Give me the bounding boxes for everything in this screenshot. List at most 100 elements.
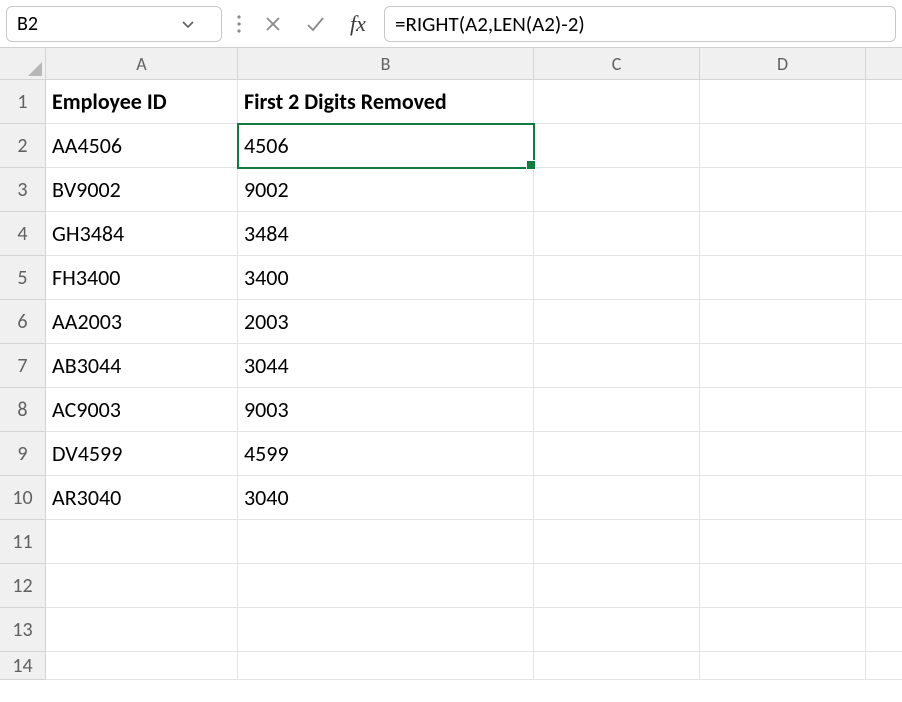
col-header-A[interactable]: A: [46, 48, 238, 80]
name-box-dropdown-icon[interactable]: [177, 13, 199, 35]
cell-E3[interactable]: [866, 168, 902, 212]
cell-B4[interactable]: 3484: [238, 212, 534, 256]
cell-C11[interactable]: [534, 520, 700, 564]
cell-C7[interactable]: [534, 344, 700, 388]
cell-D2[interactable]: [700, 124, 866, 168]
cell-E5[interactable]: [866, 256, 902, 300]
cell-D8[interactable]: [700, 388, 866, 432]
row-header-5[interactable]: 5: [0, 256, 46, 300]
cell-E11[interactable]: [866, 520, 902, 564]
row-header-1[interactable]: 1: [0, 80, 46, 124]
cell-C10[interactable]: [534, 476, 700, 520]
row-header-14[interactable]: 14: [0, 652, 46, 680]
cell-E2[interactable]: [866, 124, 902, 168]
cell-D9[interactable]: [700, 432, 866, 476]
insert-function-button[interactable]: fx: [340, 6, 376, 41]
cell-A13[interactable]: [46, 608, 238, 652]
cell-E1[interactable]: [866, 80, 902, 124]
cell-E4[interactable]: [866, 212, 902, 256]
cell-D7[interactable]: [700, 344, 866, 388]
spreadsheet-grid[interactable]: A B C D 1 Employee ID First 2 Digits Rem…: [0, 48, 902, 680]
cell-B6[interactable]: 2003: [238, 300, 534, 344]
cell-A2[interactable]: AA4506: [46, 124, 238, 168]
row-header-6[interactable]: 6: [0, 300, 46, 344]
row-header-7[interactable]: 7: [0, 344, 46, 388]
cell-B2[interactable]: 4506: [238, 124, 534, 168]
name-box-input[interactable]: [17, 12, 177, 36]
cell-C12[interactable]: [534, 564, 700, 608]
cell-B5[interactable]: 3400: [238, 256, 534, 300]
cell-E8[interactable]: [866, 388, 902, 432]
cell-A4[interactable]: GH3484: [46, 212, 238, 256]
cell-D5[interactable]: [700, 256, 866, 300]
cell-A11[interactable]: [46, 520, 238, 564]
cell-D1[interactable]: [700, 80, 866, 124]
cell-C8[interactable]: [534, 388, 700, 432]
cell-E13[interactable]: [866, 608, 902, 652]
cell-B1[interactable]: First 2 Digits Removed: [238, 80, 534, 124]
cell-C4[interactable]: [534, 212, 700, 256]
col-header-C[interactable]: C: [534, 48, 700, 80]
select-all-corner[interactable]: [0, 48, 46, 80]
cell-B9[interactable]: 4599: [238, 432, 534, 476]
cell-A7[interactable]: AB3044: [46, 344, 238, 388]
row-header-12[interactable]: 12: [0, 564, 46, 608]
cell-C5[interactable]: [534, 256, 700, 300]
row-header-3[interactable]: 3: [0, 168, 46, 212]
cell-A6[interactable]: AA2003: [46, 300, 238, 344]
col-header-B[interactable]: B: [238, 48, 534, 80]
cell-E6[interactable]: [866, 300, 902, 344]
cell-C13[interactable]: [534, 608, 700, 652]
cell-A14[interactable]: [46, 652, 238, 680]
cell-A9[interactable]: DV4599: [46, 432, 238, 476]
cell-E10[interactable]: [866, 476, 902, 520]
row-header-9[interactable]: 9: [0, 432, 46, 476]
row-header-8[interactable]: 8: [0, 388, 46, 432]
x-icon: [263, 14, 283, 34]
cell-D10[interactable]: [700, 476, 866, 520]
cell-C9[interactable]: [534, 432, 700, 476]
cell-A3[interactable]: BV9002: [46, 168, 238, 212]
row-header-2[interactable]: 2: [0, 124, 46, 168]
cell-B7[interactable]: 3044: [238, 344, 534, 388]
row-header-11[interactable]: 11: [0, 520, 46, 564]
row-header-13[interactable]: 13: [0, 608, 46, 652]
cell-D11[interactable]: [700, 520, 866, 564]
cell-B3[interactable]: 9002: [238, 168, 534, 212]
cell-C1[interactable]: [534, 80, 700, 124]
cell-C3[interactable]: [534, 168, 700, 212]
formula-input-wrap[interactable]: [384, 6, 896, 42]
cell-B13[interactable]: [238, 608, 534, 652]
cell-C2[interactable]: [534, 124, 700, 168]
cell-C6[interactable]: [534, 300, 700, 344]
cell-B14[interactable]: [238, 652, 534, 680]
formula-bar: fx: [0, 0, 902, 48]
cell-D4[interactable]: [700, 212, 866, 256]
cell-D14[interactable]: [700, 652, 866, 680]
col-header-D[interactable]: D: [700, 48, 866, 80]
cell-D3[interactable]: [700, 168, 866, 212]
row-header-10[interactable]: 10: [0, 476, 46, 520]
cell-E12[interactable]: [866, 564, 902, 608]
row-header-4[interactable]: 4: [0, 212, 46, 256]
cell-B12[interactable]: [238, 564, 534, 608]
cell-E9[interactable]: [866, 432, 902, 476]
cell-C14[interactable]: [534, 652, 700, 680]
cell-B11[interactable]: [238, 520, 534, 564]
cell-A8[interactable]: AC9003: [46, 388, 238, 432]
cell-D13[interactable]: [700, 608, 866, 652]
cancel-button: [256, 6, 290, 42]
cell-B8[interactable]: 9003: [238, 388, 534, 432]
cell-A1[interactable]: Employee ID: [46, 80, 238, 124]
name-box[interactable]: [6, 6, 222, 42]
cell-A10[interactable]: AR3040: [46, 476, 238, 520]
cell-A12[interactable]: [46, 564, 238, 608]
cell-D12[interactable]: [700, 564, 866, 608]
col-header-extra[interactable]: [866, 48, 902, 80]
cell-B10[interactable]: 3040: [238, 476, 534, 520]
cell-A5[interactable]: FH3400: [46, 256, 238, 300]
cell-D6[interactable]: [700, 300, 866, 344]
cell-E7[interactable]: [866, 344, 902, 388]
formula-input[interactable]: [395, 11, 885, 37]
cell-E14[interactable]: [866, 652, 902, 680]
